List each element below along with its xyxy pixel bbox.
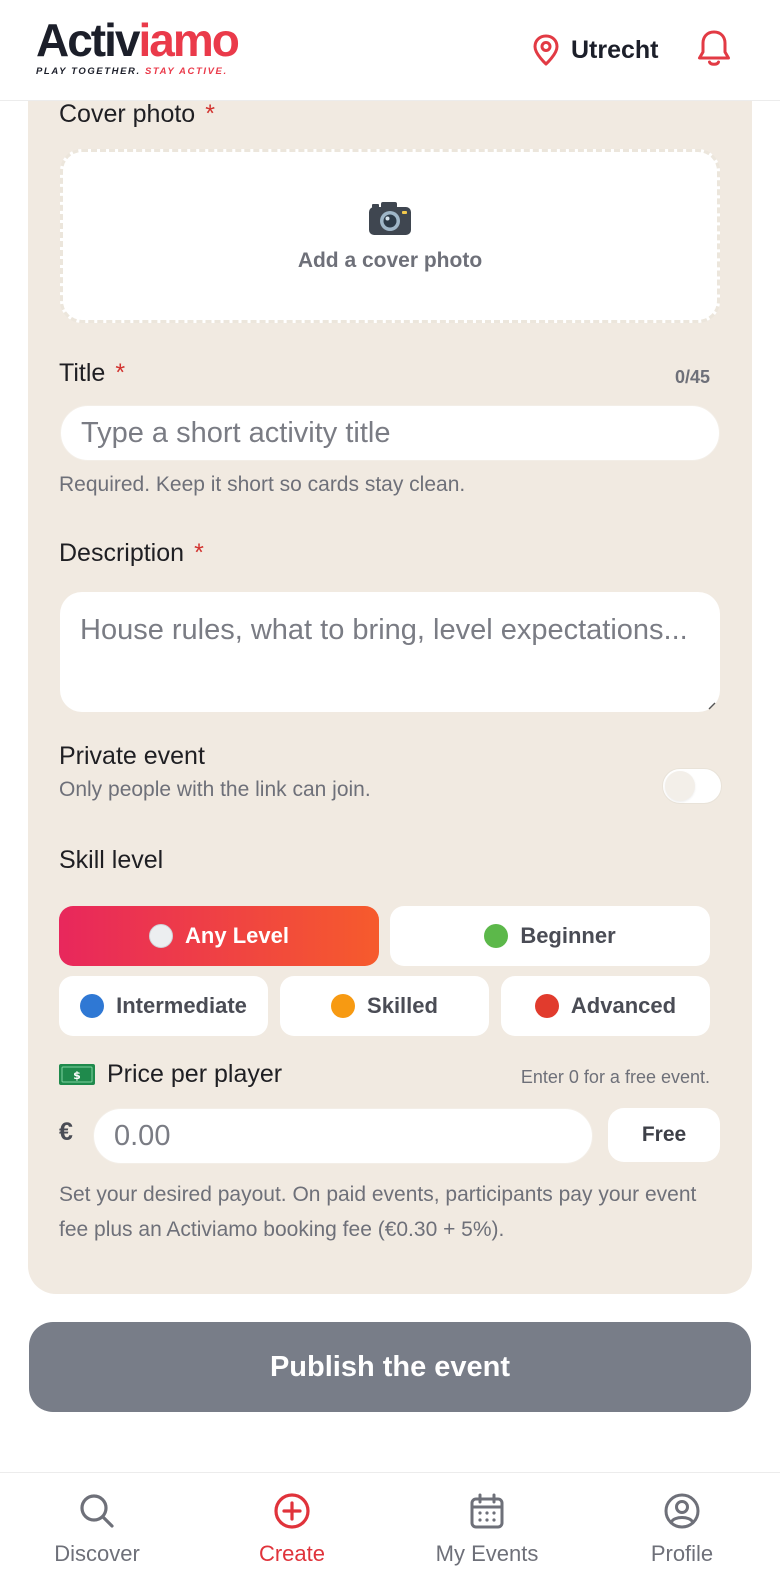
logo-text-part1: Activ — [36, 14, 140, 66]
nav-label: Discover — [54, 1541, 140, 1566]
app-header: Activiamo PLAY TOGETHER. STAY ACTIVE. Ut… — [0, 0, 780, 101]
level-dot-icon — [331, 994, 356, 1018]
title-placeholder: Type a short activity title — [81, 416, 391, 449]
skill-option-skilled[interactable]: Skilled — [280, 976, 489, 1036]
price-input[interactable]: 0.00 — [93, 1108, 593, 1164]
nav-item-my-events[interactable]: My Events — [397, 1491, 577, 1567]
description-label: Description * — [59, 539, 204, 567]
private-event-toggle[interactable] — [662, 768, 722, 804]
payout-hint: Set your desired payout. On paid events,… — [59, 1183, 697, 1241]
description-textarea[interactable]: House rules, what to bring, level expect… — [60, 592, 720, 712]
price-placeholder: 0.00 — [114, 1119, 171, 1152]
publish-button[interactable]: Publish the event — [29, 1322, 751, 1412]
search-icon — [80, 1494, 114, 1528]
toggle-knob — [665, 771, 695, 801]
nav-item-create[interactable]: Create — [202, 1491, 382, 1567]
nav-item-profile[interactable]: Profile — [592, 1491, 772, 1567]
price-label: $ Price per player — [59, 1060, 282, 1089]
location-selector[interactable]: Utrecht — [532, 32, 659, 68]
private-event-hint: Only people with the link can join. — [59, 778, 371, 801]
logo-tagline-part1: PLAY TOGETHER. — [36, 66, 141, 77]
cover-photo-dropzone[interactable]: Add a cover photo — [60, 149, 720, 323]
nav-label: Create — [258, 1541, 326, 1566]
title-label: Title * — [59, 359, 126, 387]
skill-level-label: Skill level — [59, 846, 164, 874]
logo-text-part2: iamo — [138, 14, 239, 66]
level-dot-icon — [80, 994, 105, 1018]
required-mark: * — [194, 539, 204, 567]
free-button[interactable]: Free — [608, 1108, 720, 1162]
cover-photo-label: Cover photo * — [59, 100, 215, 128]
currency-symbol: € — [59, 1118, 73, 1146]
cover-photo-hint: Add a cover photo — [297, 249, 483, 272]
cash-icon: $ — [59, 1064, 95, 1085]
title-hint: Required. Keep it short so cards stay cl… — [59, 473, 466, 496]
map-pin-icon — [533, 34, 559, 66]
calendar-icon — [470, 1493, 504, 1529]
price-free-note: Enter 0 for a free event. — [520, 1067, 710, 1087]
title-char-counter: 0/45 — [674, 367, 710, 387]
level-dot-icon — [534, 994, 559, 1018]
required-mark: * — [115, 359, 126, 387]
skill-option-advanced[interactable]: Advanced — [501, 976, 710, 1036]
plus-circle-icon — [274, 1493, 310, 1529]
logo[interactable]: Activiamo PLAY TOGETHER. STAY ACTIVE. — [36, 14, 240, 77]
location-name: Utrecht — [571, 35, 659, 64]
bell-icon[interactable] — [696, 28, 732, 68]
camera-icon — [369, 202, 411, 235]
user-circle-icon — [664, 1493, 700, 1529]
nav-label: My Events — [435, 1541, 539, 1566]
level-dot-icon — [484, 924, 509, 948]
nav-item-discover[interactable]: Discover — [7, 1491, 187, 1567]
description-placeholder: House rules, what to bring, level expect… — [80, 614, 688, 646]
skill-option-any-level[interactable]: Any Level — [59, 906, 379, 966]
svg-text:$: $ — [73, 1069, 81, 1082]
skill-option-intermediate[interactable]: Intermediate — [59, 976, 268, 1036]
bottom-nav: Discover Create My Events Profile — [0, 1472, 780, 1590]
nav-label: Profile — [650, 1541, 714, 1566]
title-input[interactable]: Type a short activity title — [60, 405, 720, 461]
create-event-form: Cover photo * Add a cover photo Title * 0/… — [28, 60, 752, 1294]
skill-option-beginner[interactable]: Beginner — [390, 906, 710, 966]
required-mark: * — [205, 100, 215, 128]
level-dot-icon — [149, 924, 174, 948]
private-event-label: Private event — [59, 742, 205, 770]
resize-handle-icon[interactable] — [708, 702, 716, 710]
logo-tagline-part2: STAY ACTIVE. — [145, 66, 228, 77]
